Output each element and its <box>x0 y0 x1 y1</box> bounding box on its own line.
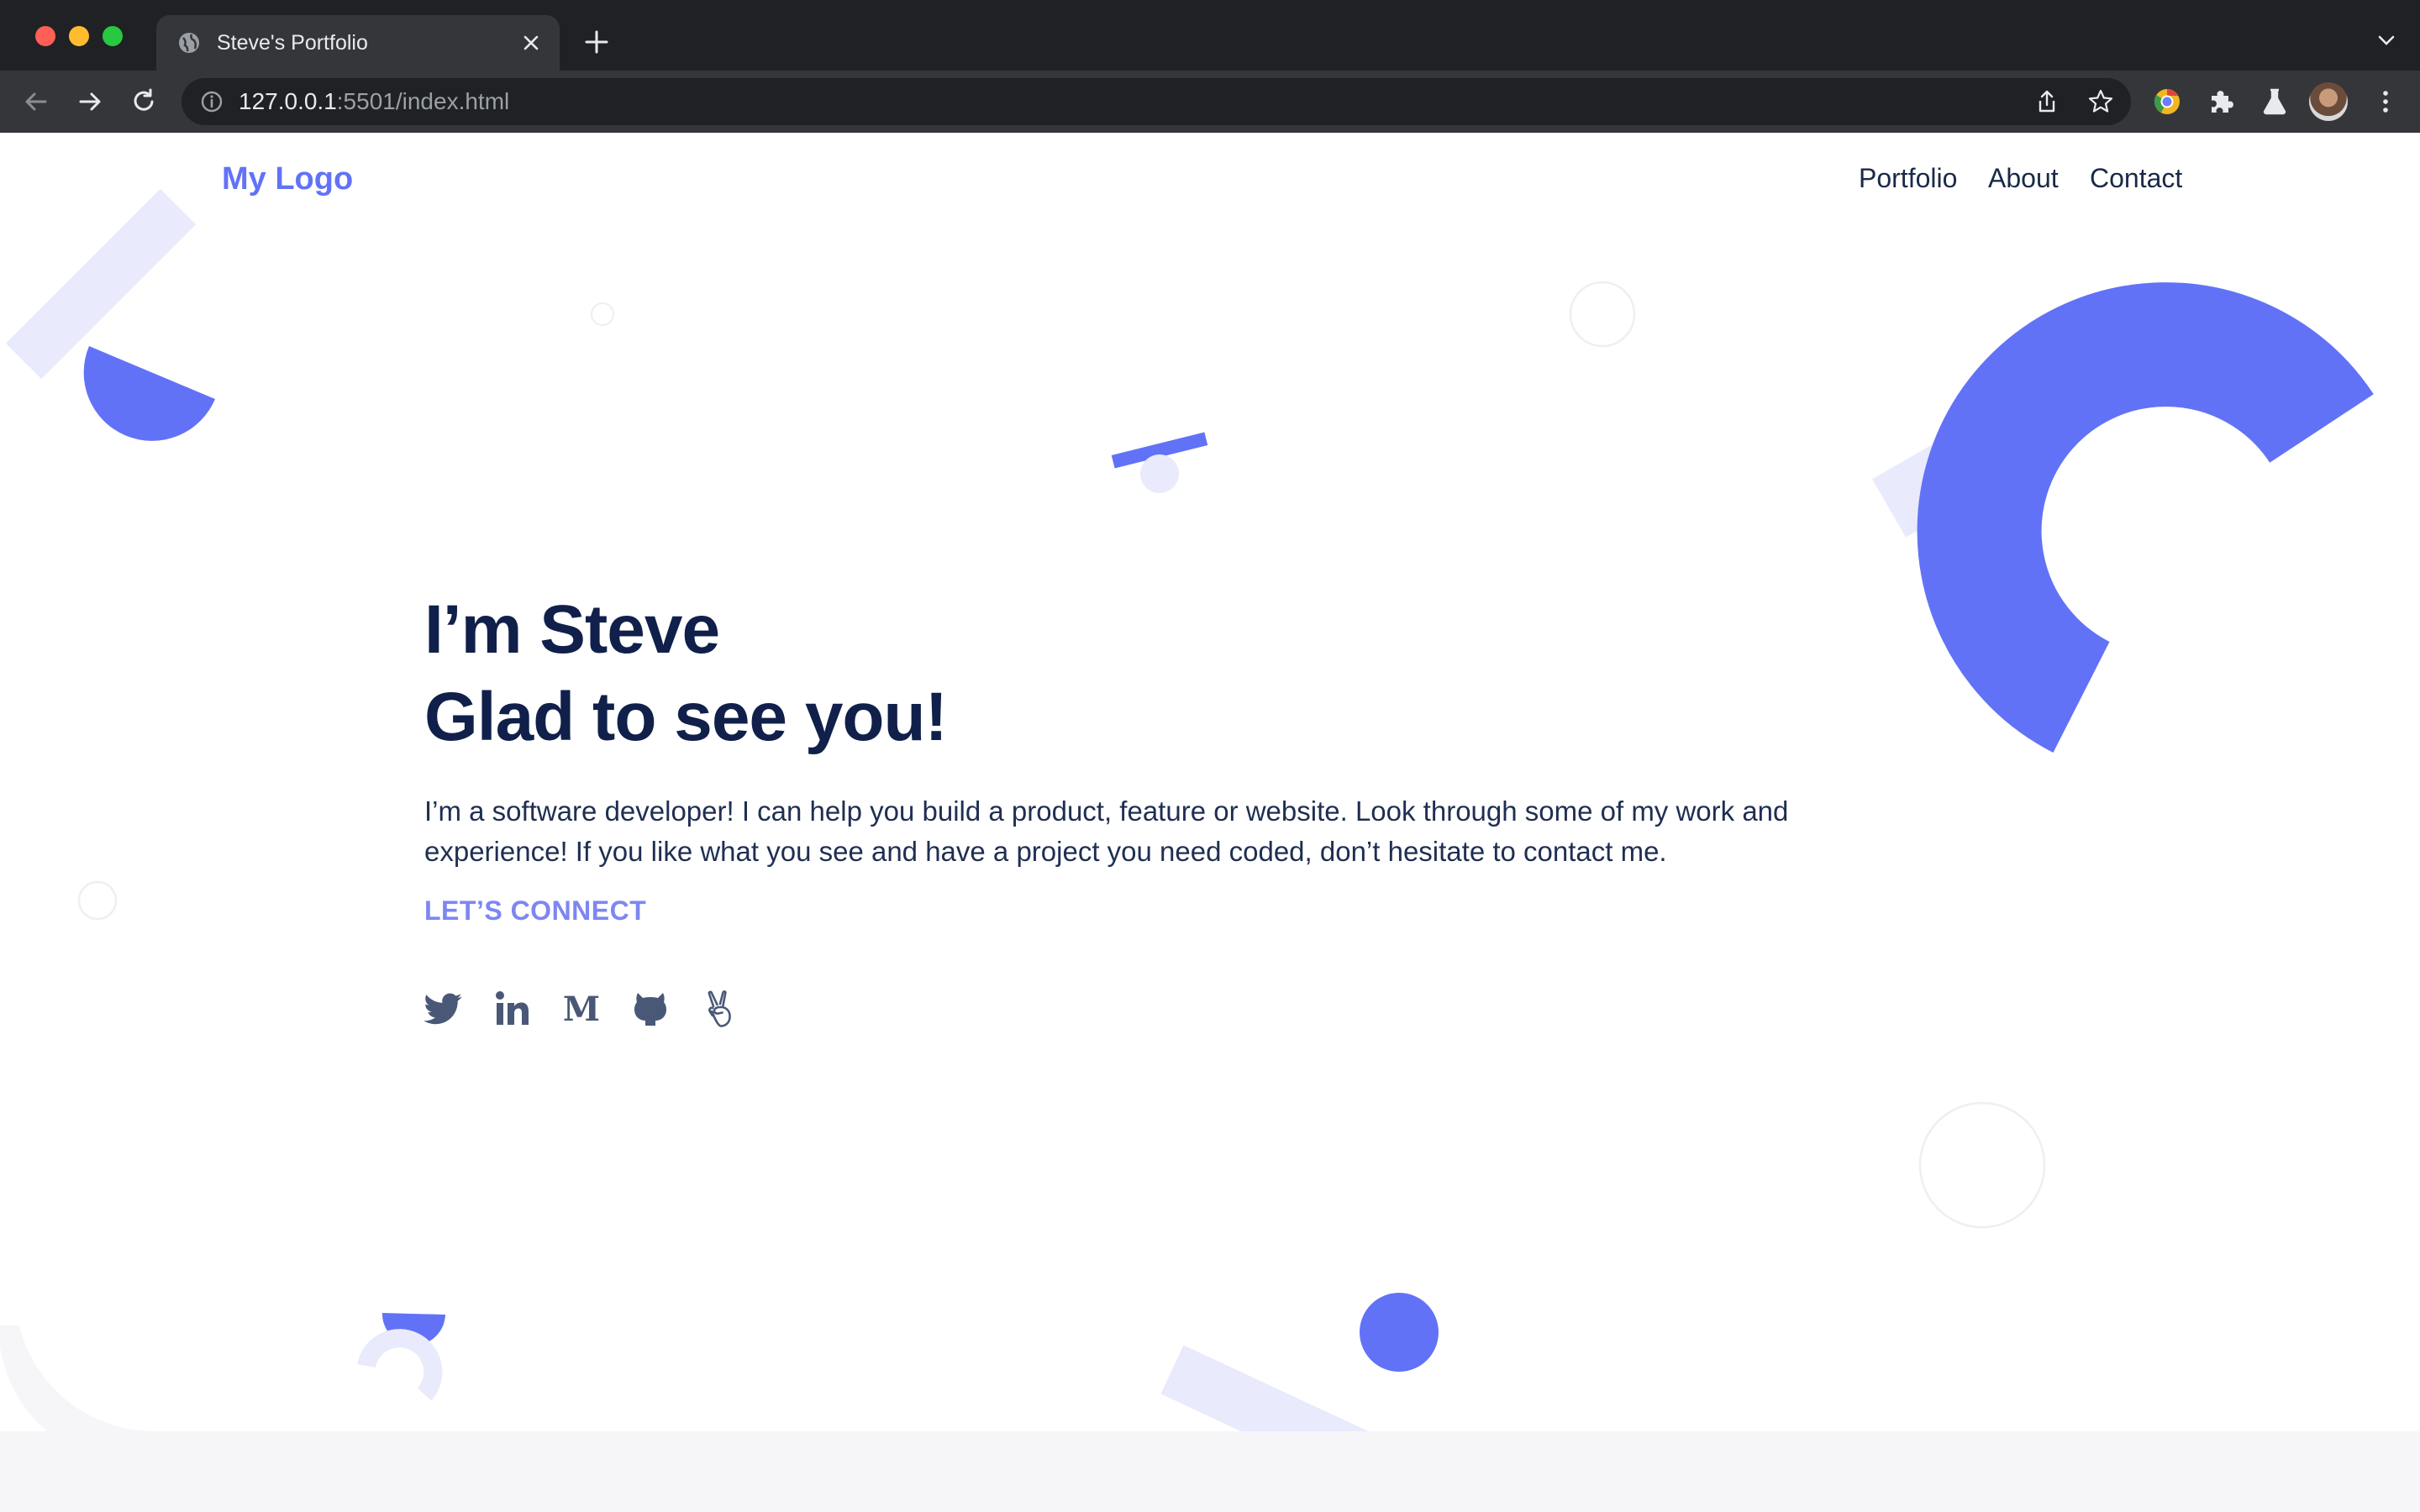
browser-tab[interactable]: Steve's Portfolio <box>156 15 560 71</box>
page-viewport: My Logo Portfolio About Contact I’m Stev… <box>0 133 2420 1512</box>
url-text[interactable]: 127.0.0.1:5501/index.html <box>239 88 509 115</box>
hero-heading-line-2: Glad to see you! <box>424 679 948 755</box>
deco-small-dot <box>1140 454 1179 493</box>
tab-title: Steve's Portfolio <box>217 31 368 55</box>
chrome-extension-icon[interactable] <box>2151 86 2183 118</box>
url-host: 127.0.0.1 <box>239 88 337 114</box>
hero-section: I’m Steve Glad to see you! I’m a softwar… <box>424 586 1802 927</box>
deco-big-arc <box>1917 282 2374 753</box>
deco-circle-bottom-right <box>1918 1101 2046 1229</box>
url-path: :5501/index.html <box>336 88 510 114</box>
minimize-window-button[interactable] <box>69 26 89 46</box>
star-icon[interactable] <box>2087 88 2114 115</box>
deco-bar-top-left <box>5 188 197 380</box>
new-tab-icon[interactable] <box>580 25 613 59</box>
puzzle-icon[interactable] <box>2205 86 2237 118</box>
nav-link-about[interactable]: About <box>1988 163 2059 194</box>
nav-link-contact[interactable]: Contact <box>2090 163 2182 194</box>
forward-arrow-icon[interactable] <box>74 86 106 118</box>
back-arrow-icon[interactable] <box>20 86 52 118</box>
globe-icon <box>179 33 199 53</box>
hero-intro: I’m a software developer! I can help you… <box>424 795 1789 867</box>
close-window-button[interactable] <box>35 26 55 46</box>
hero-heading-line-1: I’m Steve <box>424 591 720 668</box>
site-logo[interactable]: My Logo <box>222 161 353 197</box>
hero-heading: I’m Steve Glad to see you! <box>424 586 1802 761</box>
github-icon[interactable] <box>631 990 670 1028</box>
info-icon[interactable] <box>200 90 224 113</box>
deco-arc-bottom-left <box>357 1329 443 1401</box>
deco-bottom-circle <box>1360 1293 1439 1372</box>
footer-band <box>0 1431 2420 1512</box>
angellist-icon[interactable] <box>702 990 740 1028</box>
profile-avatar[interactable] <box>2309 82 2348 121</box>
maximize-window-button[interactable] <box>103 26 123 46</box>
deco-small-circle <box>591 302 614 326</box>
share-icon[interactable] <box>2033 88 2060 115</box>
browser-titlebar: Steve's Portfolio <box>0 0 2420 71</box>
close-tab-icon[interactable] <box>518 29 544 56</box>
kebab-menu-icon[interactable] <box>2370 86 2402 118</box>
browser-toolbar: 127.0.0.1:5501/index.html <box>0 71 2420 133</box>
linkedin-icon[interactable] <box>493 990 532 1028</box>
deco-circle-outline <box>1569 281 1636 348</box>
nav-link-portfolio[interactable]: Portfolio <box>1859 163 1957 194</box>
svg-text:M: M <box>563 990 600 1028</box>
medium-icon[interactable]: M <box>562 990 601 1028</box>
reload-icon[interactable] <box>128 86 160 118</box>
tab-search-chevron-icon[interactable] <box>2375 29 2398 52</box>
address-bar[interactable]: 127.0.0.1:5501/index.html <box>182 78 2131 125</box>
labs-flask-icon[interactable] <box>2259 86 2291 118</box>
lets-connect-label: LET’S CONNECT <box>424 895 647 926</box>
deco-half-circle-top-left <box>83 346 215 441</box>
twitter-icon[interactable] <box>424 990 463 1028</box>
deco-left-circle <box>77 880 118 921</box>
